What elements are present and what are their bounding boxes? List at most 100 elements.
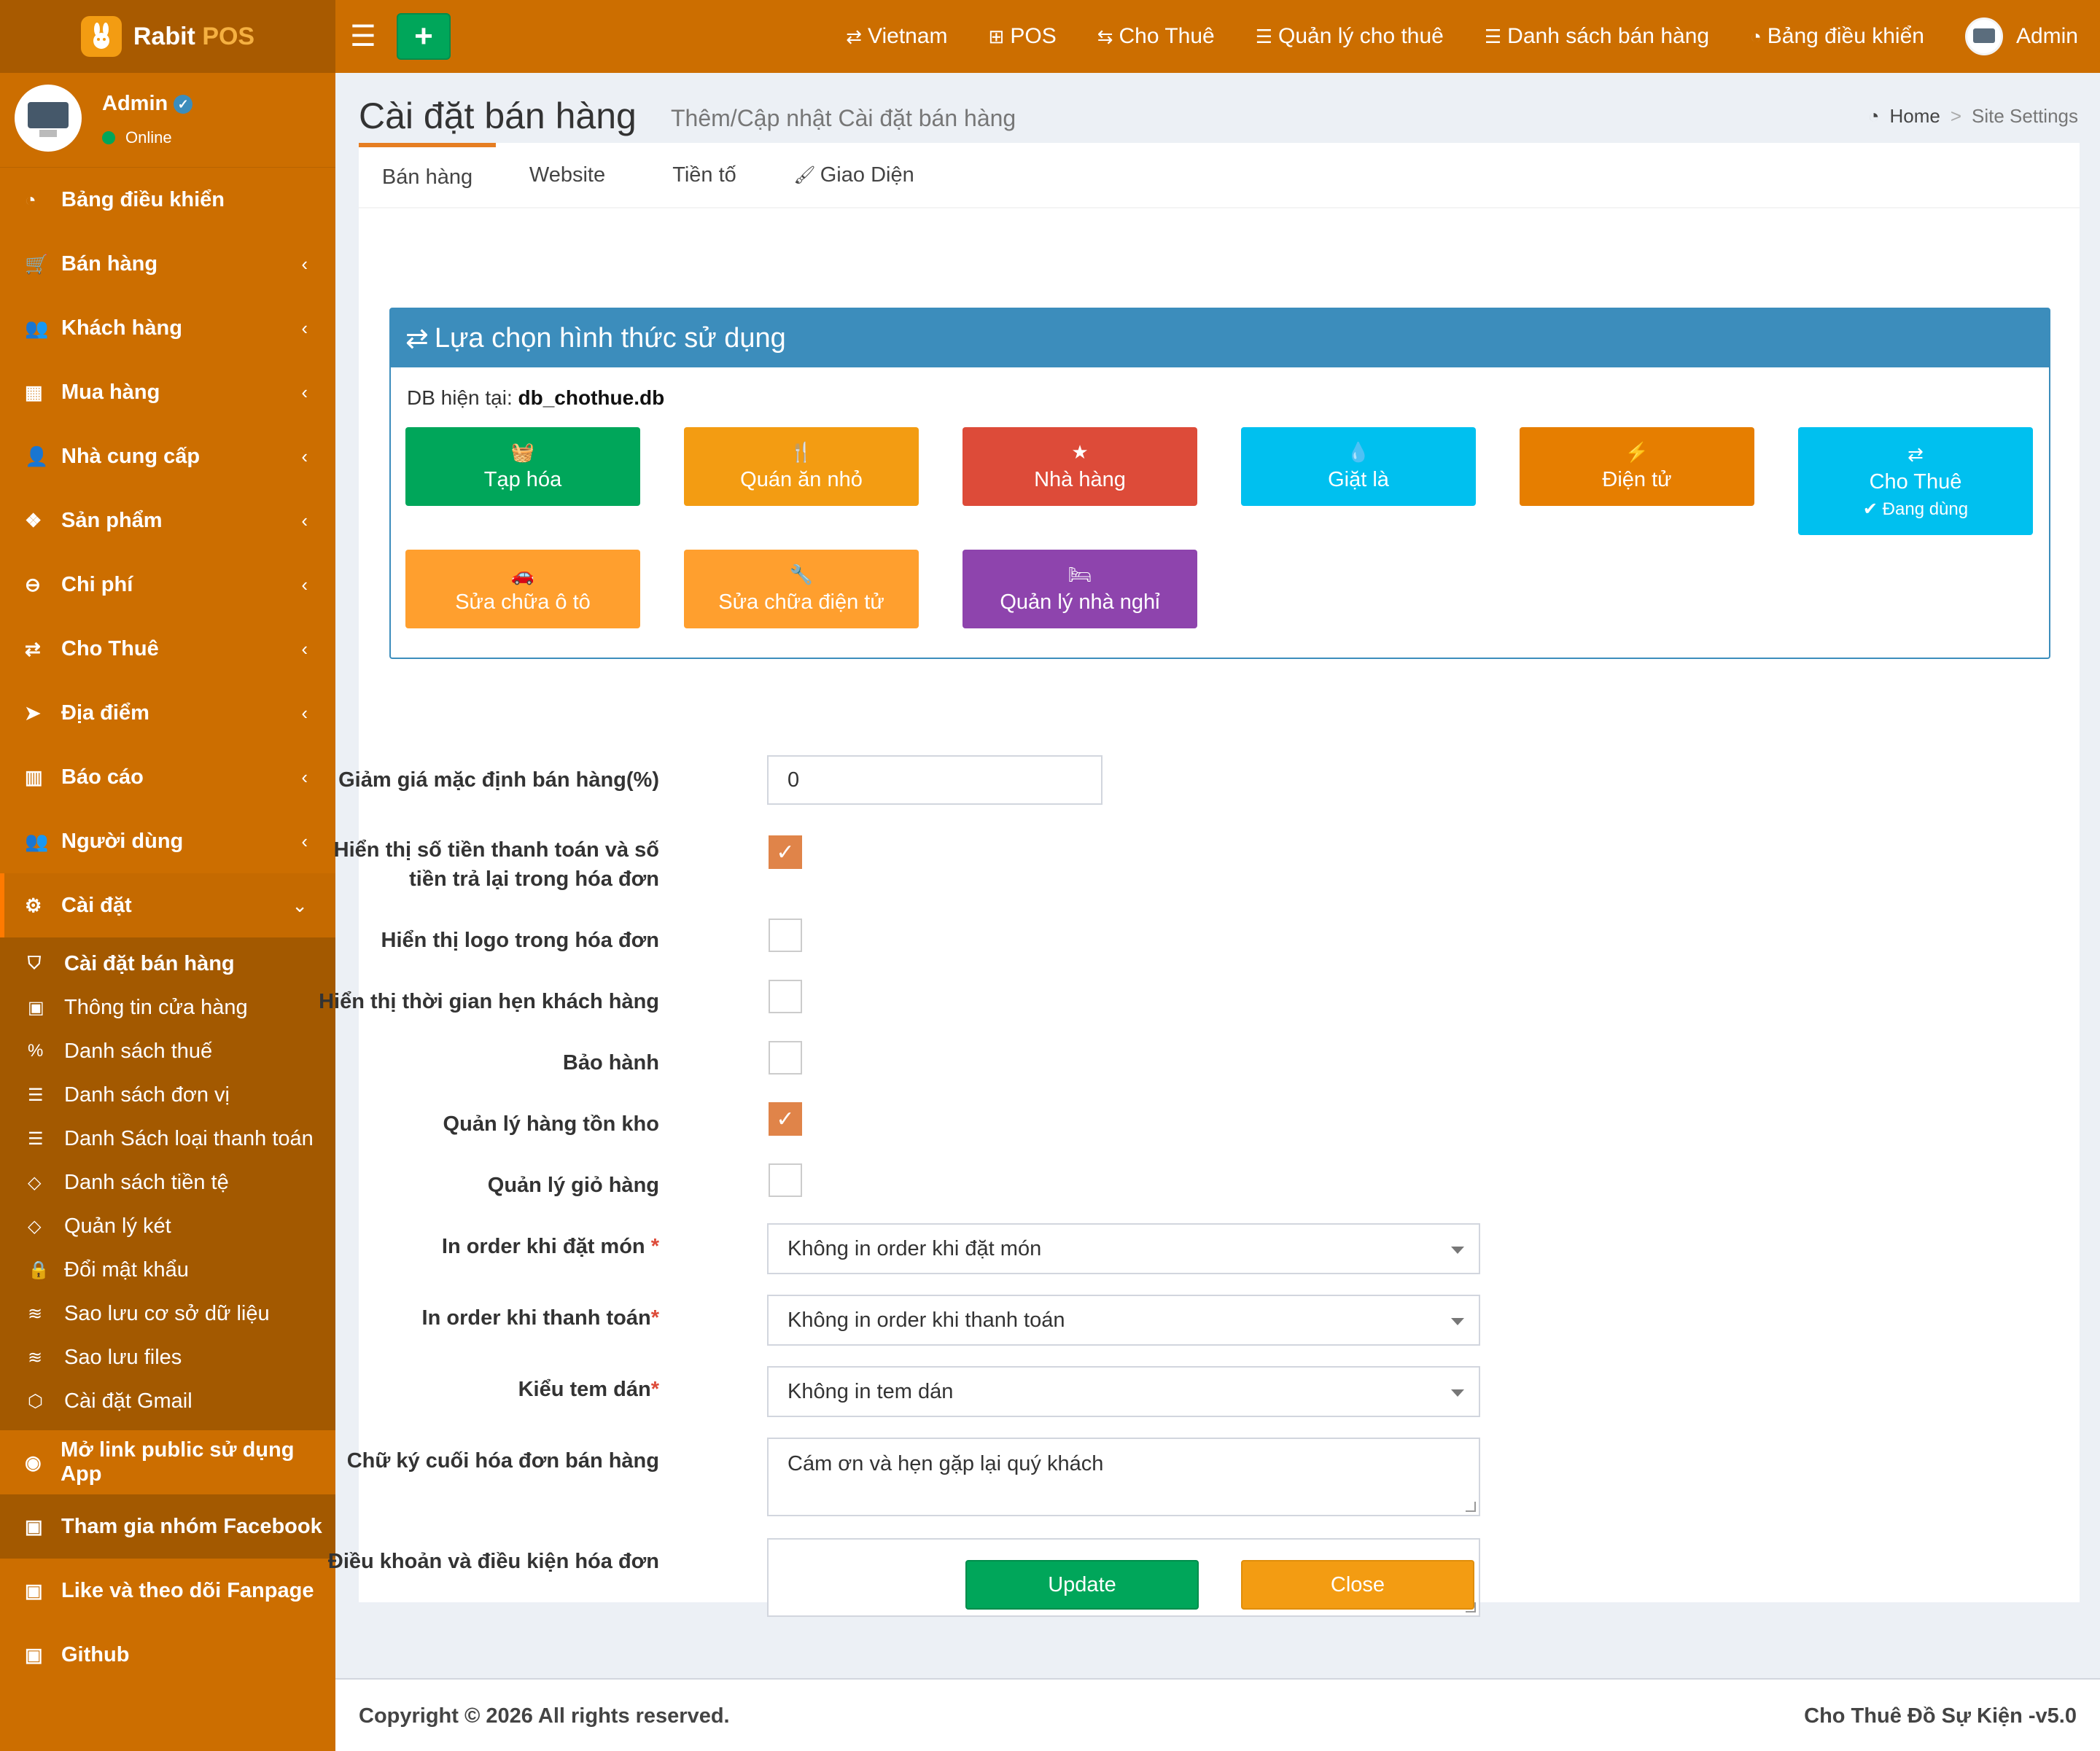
exchange-icon: ⇄ [1908,442,1924,465]
breadcrumb-current: Site Settings [1972,105,2078,127]
print-order-label: In order khi đặt món * [441,1235,659,1258]
user-panel: Admin ✓ Online [0,73,335,168]
mode-option-cutlery[interactable]: 🍴 Quán ăn nhỏ [684,427,919,506]
cart-checkbox[interactable] [769,1163,802,1197]
cubes-icon: ❖ [25,509,42,531]
mode-option-label: Quản lý nhà nghỉ [1000,590,1160,614]
mode-option-basket[interactable]: 🧺 Tạp hóa [405,427,640,506]
dashboard-icon: ◔ [25,188,36,211]
cube-icon: ⬡ [28,1391,43,1411]
topnav-user-menu[interactable]: Admin [1964,17,2078,55]
print-order-select[interactable]: Không in order khi đặt món [767,1223,1480,1274]
warranty-label: Bảo hành [562,1051,659,1075]
exchange-icon: ⇄ [405,323,429,354]
sidebar-item-products[interactable]: ❖ Sản phẩm ‹ [0,488,335,553]
sticker-select[interactable]: Không in tem dán [767,1366,1480,1417]
lock-icon: 🔒 [28,1260,50,1280]
users-icon: 👥 [25,830,49,852]
discount-input[interactable]: 0 [767,755,1102,805]
add-button[interactable]: + [397,13,451,60]
mode-option-label: Quán ăn nhỏ [740,468,863,491]
mode-option-label: Điện tử [1602,468,1672,491]
inventory-label: Quản lý hàng tồn kho [443,1112,659,1136]
close-button[interactable]: Close [1241,1560,1474,1610]
sidebar-item-dashboard[interactable]: ◔ Bảng điều khiển [0,168,335,232]
mode-option-label: Nhà hàng [1034,468,1126,491]
mode-option-car[interactable]: 🚗 Sửa chữa ô tô [405,550,640,628]
shield-icon: ⛉ [28,954,41,973]
mode-option-bolt[interactable]: ⚡ Điện tử [1520,427,1754,506]
mode-option-star[interactable]: ★ Nhà hàng [962,427,1197,506]
list-icon: ☰ [28,1085,44,1105]
inventory-checkbox[interactable]: ✓ [769,1102,802,1136]
footer: Copyright © 2026 All rights reserved. Ch… [335,1678,2100,1751]
signature-textarea[interactable]: Cám ơn và hẹn gặp lại quý khách [767,1438,1480,1516]
online-dot-icon [102,131,115,144]
footer-version: Cho Thuê Đồ Sự Kiện -v5.0 [1804,1704,2077,1728]
bar-chart-icon: ▥ [25,765,43,788]
briefcase-icon: ▣ [25,1643,43,1666]
avatar [15,85,82,152]
bolt-icon: ⚡ [1625,441,1649,463]
tab-prefix[interactable]: Tiền tố [639,143,770,207]
print-payment-select[interactable]: Không in order khi thanh toán [767,1295,1480,1346]
top-nav: ⇄ Vietnam ⊞ POS ⇆ Cho Thuê ☰ Quản lý cho thu… [805,0,2078,73]
chevron-left-icon: ‹ [301,252,308,275]
database-icon: ≋ [28,1303,43,1324]
current-db: DB hiện tại: db_chothue.db [407,386,665,409]
user-name: Admin ✓ [102,92,193,116]
sidebar-item-rental[interactable]: ⇄ Cho Thuê ‹ [0,617,335,681]
sidebar-item-suppliers[interactable]: 👤 Nhà cung cấp ‹ [0,424,335,488]
dashboard-icon: ◔ [1750,25,1762,47]
breadcrumb-home[interactable]: Home [1889,105,1940,128]
topnav-pos[interactable]: ⊞ POS [989,24,1057,49]
page-subtitle: Thêm/Cập nhật Cài đặt bán hàng [671,105,1016,131]
mode-option-wrench[interactable]: 🔧 Sửa chữa điện tử [684,550,919,628]
show-payment-checkbox[interactable]: ✓ [769,835,802,869]
grid-icon: ▦ [25,381,43,403]
mode-option-tint[interactable]: 💧 Giặt là [1241,427,1476,506]
briefcase-icon: ▣ [28,997,44,1018]
language-icon: ⇄ [846,25,863,47]
chevron-left-icon: ‹ [301,573,308,596]
cutlery-icon: 🍴 [789,441,814,463]
mode-option-exchange[interactable]: ⇄ Cho Thuê ✔ Đang dùng [1798,427,2033,535]
sidebar-item-customers[interactable]: 👥 Khách hàng ‹ [0,296,335,360]
page-title: Cài đặt bán hàng [359,95,637,136]
sidebar-item-locations[interactable]: ➤ Địa điểm ‹ [0,681,335,745]
caret-down-icon [1451,1389,1464,1397]
tab-sales[interactable]: Bán hàng [359,143,496,207]
chevron-left-icon: ‹ [301,701,308,724]
briefcase-icon: ▣ [25,1579,43,1602]
tab-website[interactable]: Website [496,143,639,207]
wrench-icon: 🔧 [789,563,814,585]
caret-down-icon [1451,1318,1464,1325]
car-icon: 🚗 [510,563,535,585]
topnav-sales-list[interactable]: ☰ Danh sách bán hàng [1485,24,1709,49]
top-navbar: Rabit POS ☰ + ⇄ Vietnam ⊞ POS ⇆ Cho Thuê ☰ Q… [0,0,2100,73]
code-icon: ◇ [28,1172,42,1193]
update-button[interactable]: Update [965,1560,1199,1610]
warranty-checkbox[interactable] [769,1041,802,1075]
show-appointment-checkbox[interactable] [769,980,802,1013]
sidebar-item-sales[interactable]: 🛒 Bán hàng ‹ [0,232,335,296]
topnav-rental-management[interactable]: ☰ Quản lý cho thuê [1256,24,1444,49]
show-logo-checkbox[interactable] [769,919,802,952]
exchange-icon: ⇄ [25,637,41,660]
topnav-language[interactable]: ⇄ Vietnam [846,24,947,49]
tab-theme[interactable]: 🖌 Giao Diện [770,143,938,207]
breadcrumb-separator: > [1950,105,1962,127]
sidebar-item-github[interactable]: ▣ Github [0,1623,335,1687]
mode-option-bed[interactable]: 🛏 Quản lý nhà nghỉ [962,550,1197,628]
topnav-rental[interactable]: ⇆ Cho Thuê [1097,24,1215,49]
terms-label: Điều khoản và điều kiện hóa đơn [327,1550,659,1573]
logo[interactable]: Rabit POS [0,0,335,73]
sidebar-item-purchases[interactable]: ▦ Mua hàng ‹ [0,360,335,424]
submenu-backup-files[interactable]: ≋ Sao lưu files [0,1335,335,1379]
chevron-left-icon: ‹ [301,381,308,403]
tint-icon: 💧 [1346,441,1371,463]
sidebar-toggle-icon[interactable]: ☰ [350,19,376,54]
show-payment-label: Hiển thị số tiền thanh toán và số tiền tr… [333,838,659,891]
sidebar-item-expenses[interactable]: ⊖ Chi phí ‹ [0,553,335,617]
topnav-dashboard[interactable]: ◔ Bảng điều khiển [1750,24,1924,49]
